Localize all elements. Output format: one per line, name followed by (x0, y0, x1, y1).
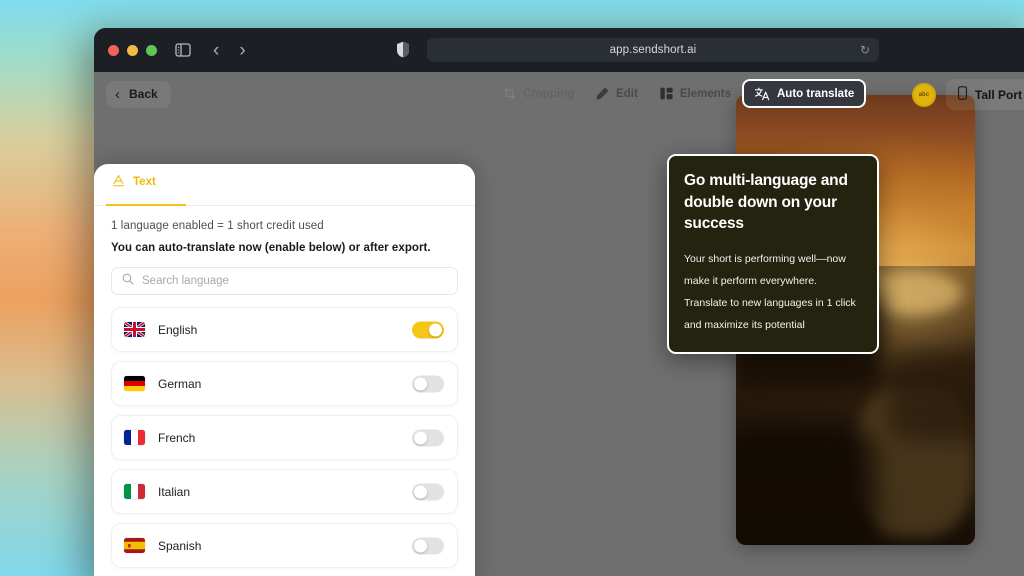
tooltip-title: Go multi-language and double down on you… (684, 172, 848, 233)
window-traffic-lights (108, 44, 157, 56)
language-name: French (158, 430, 196, 445)
language-name: English (158, 322, 198, 337)
tab-auto-translate[interactable]: Auto translate (741, 79, 867, 108)
tooltip-body: Your short is performing well—now make i… (684, 253, 856, 332)
page-viewport: ‹ Back Cropping Edit Elements Auto trans… (94, 72, 1024, 576)
forward-navigation-icon[interactable]: › (239, 41, 245, 60)
tab-text[interactable]: Text (106, 164, 162, 199)
language-toggle[interactable] (412, 537, 444, 554)
language-name: German (158, 376, 202, 391)
language-toggle[interactable] (412, 321, 444, 338)
translate-icon (754, 86, 770, 101)
layout-icon (660, 87, 673, 100)
chevron-left-icon: ‹ (115, 85, 120, 103)
auto-translate-tooltip: Go multi-language and double down on you… (667, 154, 879, 355)
toggle-knob (414, 539, 427, 552)
preview-foreground-rock (736, 425, 876, 545)
preview-right-bank (886, 353, 975, 443)
panel-body: 1 language enabled = 1 short credit used… (94, 206, 475, 576)
toggle-knob (414, 431, 427, 444)
list-item[interactable]: French (111, 415, 458, 460)
language-settings-panel: Text 1 language enabled = 1 short credit… (94, 164, 475, 576)
close-window-button[interactable] (108, 44, 119, 56)
app-header: ‹ Back Cropping Edit Elements Auto trans… (94, 72, 1024, 116)
flag-it-icon (124, 484, 145, 499)
browser-url-bar[interactable]: app.sendshort.ai ↻ (427, 38, 879, 62)
tab-cropping-label: Cropping (523, 87, 575, 100)
list-item[interactable]: German (111, 361, 458, 406)
header-right-group: abc Tall Port (911, 79, 1024, 110)
back-button-label: Back (129, 87, 158, 101)
toggle-knob (429, 323, 442, 336)
aspect-ratio-chip[interactable]: Tall Port (945, 79, 1024, 110)
list-item[interactable]: English (111, 307, 458, 352)
tab-cropping[interactable]: Cropping (492, 80, 585, 107)
flag-fr-icon (124, 430, 145, 445)
language-toggle[interactable] (412, 429, 444, 446)
toggle-knob (414, 377, 427, 390)
phone-portrait-icon (957, 86, 967, 103)
sidebar-toggle-icon[interactable] (175, 43, 191, 57)
back-button[interactable]: ‹ Back (106, 80, 171, 108)
tab-auto-translate-label: Auto translate (776, 87, 855, 100)
browser-titlebar: ‹ › app.sendshort.ai ↻ (94, 28, 1024, 72)
pencil-icon (596, 87, 609, 100)
credit-badge[interactable]: abc (911, 82, 936, 107)
panel-tab-bar: Text (94, 164, 475, 206)
reload-icon[interactable]: ↻ (860, 43, 870, 57)
tab-edit-label: Edit (616, 87, 638, 100)
desktop-background: ‹ › app.sendshort.ai ↻ ‹ Back Cropping E… (0, 0, 1024, 576)
tab-elements[interactable]: Elements (649, 80, 742, 107)
language-toggle[interactable] (412, 375, 444, 392)
auto-translate-note: You can auto-translate now (enable below… (111, 242, 431, 254)
search-icon (122, 272, 134, 290)
credit-usage-text: 1 language enabled = 1 short credit used (111, 220, 324, 232)
language-toggle[interactable] (412, 483, 444, 500)
text-a-icon (112, 174, 125, 190)
credit-badge-label: abc (918, 91, 930, 98)
back-navigation-icon[interactable]: ‹ (213, 41, 219, 60)
tab-text-active-indicator (106, 203, 186, 206)
aspect-ratio-label: Tall Port (974, 87, 1022, 102)
browser-window: ‹ › app.sendshort.ai ↻ ‹ Back Cropping E… (94, 28, 1024, 576)
flag-gb-icon (124, 322, 145, 337)
list-item[interactable]: Spanish (111, 523, 458, 568)
toggle-knob (414, 485, 427, 498)
language-name: Spanish (158, 538, 202, 553)
maximize-window-button[interactable] (146, 44, 157, 56)
crop-icon (503, 87, 516, 100)
flag-es-icon (124, 538, 145, 553)
browser-navigation: ‹ › (213, 41, 246, 60)
tab-edit[interactable]: Edit (585, 80, 649, 107)
list-item[interactable]: Italian (111, 469, 458, 514)
shield-icon[interactable] (396, 41, 410, 63)
language-name: Italian (158, 484, 191, 499)
tab-elements-label: Elements (679, 87, 731, 100)
search-language-field[interactable] (111, 267, 458, 295)
search-input[interactable] (142, 275, 447, 287)
tab-text-label: Text (133, 176, 156, 188)
language-list: English German French Italian Spanish (111, 307, 458, 576)
flag-de-icon (124, 376, 145, 391)
minimize-window-button[interactable] (127, 44, 138, 56)
editor-tab-bar: Cropping Edit Elements Auto translate (492, 79, 867, 108)
url-text: app.sendshort.ai (609, 44, 697, 56)
